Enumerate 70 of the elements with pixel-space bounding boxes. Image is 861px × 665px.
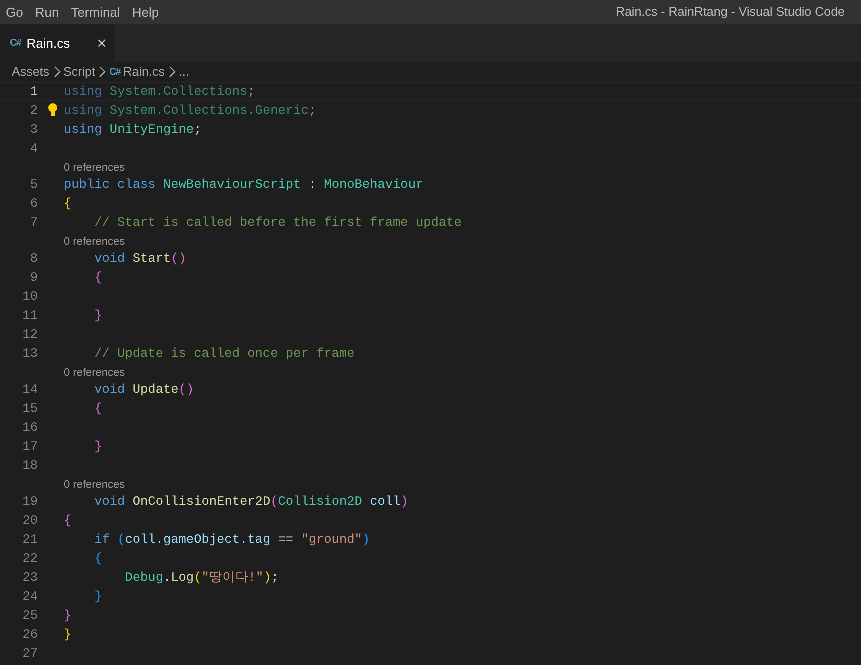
menu-item[interactable]: Help bbox=[126, 4, 166, 20]
code-line: using System.Collections; bbox=[64, 84, 256, 99]
code-line: Debug.Log("땅이다!"); bbox=[124, 569, 280, 586]
window-title: Rain.cs - RainRtang - Visual Studio Code bbox=[616, 5, 845, 19]
breadcrumb[interactable]: Script bbox=[64, 65, 96, 79]
line-number: 22 bbox=[22, 551, 38, 566]
code-line: } bbox=[94, 308, 102, 323]
line-number: 11 bbox=[22, 308, 38, 323]
line-number: 4 bbox=[29, 141, 38, 156]
line-number: 14 bbox=[22, 382, 38, 397]
line-number: 18 bbox=[22, 458, 38, 473]
code-lens[interactable]: 0 references bbox=[64, 161, 126, 175]
line-number: 16 bbox=[22, 420, 38, 435]
editor-tab[interactable]: C# Rain.cs × bbox=[0, 24, 115, 62]
close-button[interactable]: × bbox=[97, 34, 107, 52]
code-line: void OnCollisionEnter2D(Collision2D coll) bbox=[94, 494, 408, 509]
code-line: public class NewBehaviourScript : MonoBehaviour bbox=[64, 177, 424, 192]
code-line: { bbox=[94, 270, 102, 285]
line-number: 13 bbox=[22, 346, 38, 361]
breadcrumb-more[interactable]: ... bbox=[178, 65, 190, 79]
code-line: { bbox=[64, 196, 72, 211]
code-line: using UnityEngine; bbox=[64, 122, 202, 137]
code-line: } bbox=[64, 608, 72, 623]
code-line: } bbox=[94, 439, 102, 454]
code-line: } bbox=[64, 627, 72, 642]
line-number: 21 bbox=[22, 532, 38, 547]
csharp-file-icon: C# bbox=[10, 38, 21, 48]
chevron-icon bbox=[168, 66, 176, 78]
line-number: 23 bbox=[22, 570, 38, 585]
line-number: 9 bbox=[29, 270, 38, 285]
line-number: 2 bbox=[29, 103, 38, 118]
code-line: } bbox=[94, 589, 102, 604]
code-line: void Update() bbox=[94, 382, 194, 397]
menu-item[interactable]: Go bbox=[0, 4, 30, 20]
menu-item[interactable]: Run bbox=[29, 4, 66, 20]
line-number: 8 bbox=[29, 251, 38, 266]
chevron-icon bbox=[52, 66, 61, 78]
csharp-file-icon: C# bbox=[109, 66, 120, 78]
line-number: 20 bbox=[22, 513, 38, 528]
lightbulb-icon[interactable] bbox=[48, 103, 58, 117]
code-line: void Start() bbox=[94, 251, 186, 266]
line-number: 10 bbox=[22, 289, 38, 304]
code-line: if (coll.gameObject.tag == "ground") bbox=[94, 532, 370, 547]
code-lens[interactable]: 0 references bbox=[64, 366, 126, 380]
code-line: // Update is called once per frame bbox=[94, 346, 355, 361]
line-number: 7 bbox=[29, 215, 38, 230]
code-line: // Start is called before the first frame update bbox=[94, 215, 462, 230]
line-number: 25 bbox=[22, 608, 38, 623]
breadcrumb[interactable]: Rain.cs bbox=[123, 65, 165, 79]
line-number: 3 bbox=[29, 122, 38, 137]
code-line: { bbox=[94, 551, 102, 566]
line-number: 12 bbox=[22, 327, 38, 342]
line-number: 15 bbox=[22, 401, 38, 416]
code-line: { bbox=[64, 513, 72, 528]
code-line: using System.Collections.Generic; bbox=[64, 103, 317, 118]
breadcrumb[interactable]: Assets bbox=[12, 65, 50, 79]
line-number: 6 bbox=[29, 196, 38, 211]
line-number: 24 bbox=[22, 589, 38, 604]
menu-item[interactable]: Terminal bbox=[65, 4, 126, 20]
chevron-icon bbox=[98, 66, 106, 78]
line-number: 19 bbox=[22, 494, 38, 509]
code-lens[interactable]: 0 references bbox=[64, 478, 126, 492]
line-number: 27 bbox=[22, 646, 38, 661]
line-number: 5 bbox=[29, 177, 38, 192]
line-number: 17 bbox=[22, 439, 38, 454]
line-number: 1 bbox=[29, 84, 38, 99]
code-lens[interactable]: 0 references bbox=[64, 235, 126, 249]
tab-label: Rain.cs bbox=[26, 36, 72, 50]
code-line: { bbox=[94, 401, 102, 416]
line-number: 26 bbox=[22, 627, 38, 642]
